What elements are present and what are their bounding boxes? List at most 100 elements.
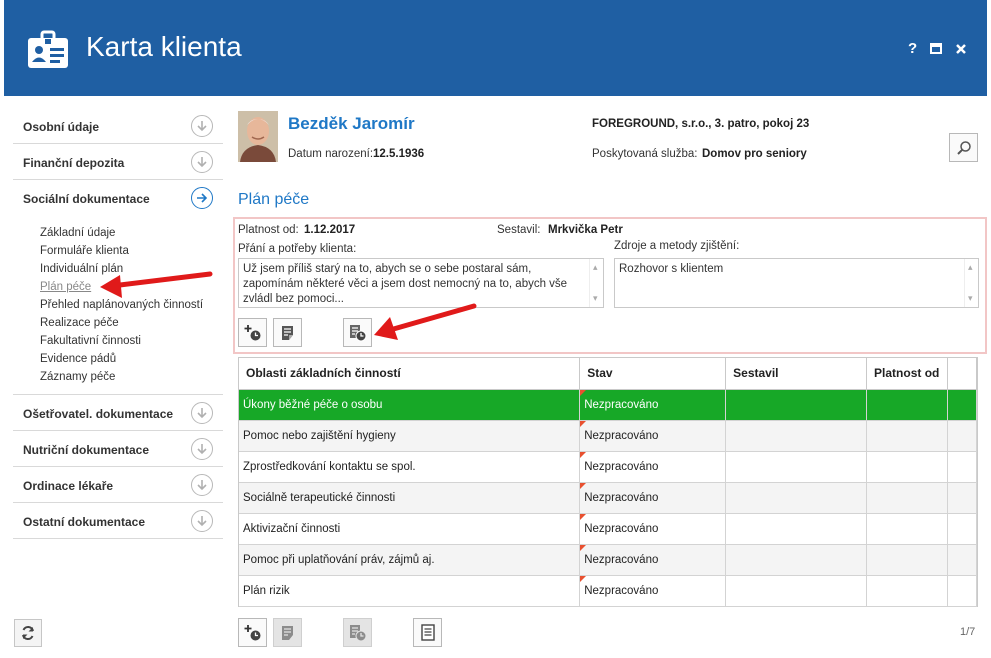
- chevron-down-circle-icon[interactable]: [191, 151, 213, 173]
- table-row[interactable]: Aktivizační činnosti Nezpracováno: [239, 513, 977, 545]
- cell-status: Nezpracováno: [579, 451, 727, 483]
- column-header-status[interactable]: Stav: [579, 358, 727, 390]
- subitem-care-records[interactable]: Záznamy péče: [40, 368, 223, 386]
- sidebar-section-other[interactable]: Ostatní dokumentace: [13, 503, 223, 539]
- subitem-client-forms[interactable]: Formuláře klienta: [40, 242, 223, 260]
- cell-extra: [947, 513, 977, 545]
- edit-document-icon: [281, 325, 293, 340]
- cell-valid-from: [866, 544, 948, 576]
- add-area-button[interactable]: [238, 618, 267, 647]
- sidebar-section-label: Ostatní dokumentace: [23, 515, 146, 529]
- arrow-right-circle-icon[interactable]: [191, 187, 213, 209]
- cell-extra: [947, 389, 977, 421]
- cell-status: Nezpracováno: [579, 513, 727, 545]
- add-plan-button[interactable]: [238, 318, 267, 347]
- table-row[interactable]: Sociálně terapeutické činnosti Nezpracov…: [239, 482, 977, 514]
- column-header-valid-from[interactable]: Platnost od: [866, 358, 948, 390]
- client-photo: [238, 111, 278, 162]
- valid-from-value: 1.12.2017: [304, 224, 356, 236]
- cell-valid-from: [866, 451, 948, 483]
- service-value: Domov pro seniory: [702, 148, 807, 160]
- sidebar-section-personal[interactable]: Osobní údaje: [13, 108, 223, 144]
- birth-date-value: 12.5.1936: [373, 148, 425, 160]
- area-history-button[interactable]: [343, 618, 372, 647]
- report-button[interactable]: [413, 618, 442, 647]
- column-header-author[interactable]: Sestavil: [725, 358, 868, 390]
- comment-flag-icon: [580, 451, 587, 458]
- close-icon[interactable]: [955, 43, 967, 55]
- refresh-icon: [22, 625, 34, 641]
- sidebar-section-nutrition[interactable]: Nutriční dokumentace: [13, 431, 223, 467]
- subitem-falls-register[interactable]: Evidence pádů: [40, 350, 223, 368]
- client-name: Bezděk Jaromír: [288, 114, 415, 133]
- table-row[interactable]: Pomoc při uplatňování práv, zájmů aj. Ne…: [239, 544, 977, 576]
- search-button[interactable]: [949, 133, 978, 162]
- author-value: Mrkvička Petr: [548, 224, 623, 236]
- table-row[interactable]: Úkony běžné péče o osobu Nezpracováno: [239, 389, 977, 421]
- document-clock-icon: [349, 624, 366, 641]
- app-title: Karta klienta: [86, 31, 242, 62]
- sidebar-section-doctor[interactable]: Ordinace lékaře: [13, 467, 223, 503]
- sidebar-section-finance[interactable]: Finanční depozita: [13, 144, 223, 180]
- edit-plan-button[interactable]: [273, 318, 302, 347]
- plan-history-button[interactable]: [343, 318, 372, 347]
- sources-text: Rozhovor s klientem: [619, 263, 724, 275]
- chevron-down-circle-icon[interactable]: [191, 474, 213, 496]
- search-icon: [956, 140, 971, 155]
- sidebar-section-social[interactable]: Sociální dokumentace: [13, 180, 223, 216]
- comment-flag-icon: [580, 513, 587, 520]
- textarea-scrollbar[interactable]: [589, 259, 603, 307]
- cell-area: Úkony běžné péče o osobu: [239, 389, 581, 421]
- cell-extra: [947, 420, 977, 452]
- help-button[interactable]: ?: [908, 40, 917, 57]
- subitem-planned-activities[interactable]: Přehled naplánovaných činností: [40, 296, 223, 314]
- add-clock-icon: [244, 624, 260, 640]
- cell-status: Nezpracováno: [579, 420, 727, 452]
- cell-status: Nezpracováno: [579, 482, 727, 514]
- table-row[interactable]: Pomoc nebo zajištění hygieny Nezpracován…: [239, 420, 977, 452]
- cell-extra: [947, 575, 977, 607]
- wishes-text: Už jsem příliš starý na to, abych se o s…: [243, 263, 568, 305]
- cell-extra: [947, 544, 977, 576]
- cell-status: Nezpracováno: [579, 575, 727, 607]
- facility-location: FOREGROUND, s.r.o., 3. patro, pokoj 23: [592, 118, 810, 130]
- textarea-scrollbar[interactable]: [964, 259, 978, 307]
- sidebar-section-label: Sociální dokumentace: [23, 192, 150, 206]
- cell-status: Nezpracováno: [579, 389, 727, 421]
- chevron-down-circle-icon[interactable]: [191, 115, 213, 137]
- wishes-textarea[interactable]: Už jsem příliš starý na to, abych se o s…: [238, 258, 604, 308]
- maximize-icon[interactable]: [930, 43, 942, 54]
- sidebar-section-label: Ošetřovatel. dokumentace: [23, 407, 174, 421]
- comment-flag-icon: [580, 544, 587, 551]
- subitem-basic-info[interactable]: Základní údaje: [40, 224, 223, 242]
- wishes-label: Přání a potřeby klienta:: [238, 243, 357, 255]
- subitem-optional-activities[interactable]: Fakultativní činnosti: [40, 332, 223, 350]
- edit-document-icon: [281, 625, 293, 640]
- sources-textarea[interactable]: Rozhovor s klientem: [614, 258, 979, 308]
- sources-label: Zdroje a metody zjištění:: [614, 240, 740, 252]
- chevron-down-circle-icon[interactable]: [191, 402, 213, 424]
- cell-valid-from: [866, 575, 948, 607]
- subitem-care-realization[interactable]: Realizace péče: [40, 314, 223, 332]
- comment-flag-icon: [580, 575, 587, 582]
- column-header-area[interactable]: Oblasti základních činností: [239, 358, 581, 390]
- author-label: Sestavil:: [497, 224, 541, 236]
- cell-extra: [947, 482, 977, 514]
- edit-area-button[interactable]: [273, 618, 302, 647]
- refresh-button[interactable]: [14, 619, 42, 647]
- sidebar-section-nursing[interactable]: Ošetřovatel. dokumentace: [13, 395, 223, 431]
- cell-valid-from: [866, 420, 948, 452]
- table-row[interactable]: Plán rizik Nezpracováno: [239, 575, 977, 607]
- add-clock-icon: [244, 324, 260, 340]
- subitem-care-plan[interactable]: Plán péče: [40, 278, 223, 296]
- table-row[interactable]: Zprostředkování kontaktu se spol. Nezpra…: [239, 451, 977, 483]
- comment-flag-icon: [580, 420, 587, 427]
- sidebar-section-label: Osobní údaje: [23, 120, 100, 134]
- chevron-down-circle-icon[interactable]: [191, 510, 213, 532]
- cell-area: Pomoc při uplatňování práv, zájmů aj.: [239, 544, 581, 576]
- cell-area: Sociálně terapeutické činnosti: [239, 482, 581, 514]
- cell-author: [725, 389, 868, 421]
- chevron-down-circle-icon[interactable]: [191, 438, 213, 460]
- cell-area: Zprostředkování kontaktu se spol.: [239, 451, 581, 483]
- subitem-individual-plan[interactable]: Individuální plán: [40, 260, 223, 278]
